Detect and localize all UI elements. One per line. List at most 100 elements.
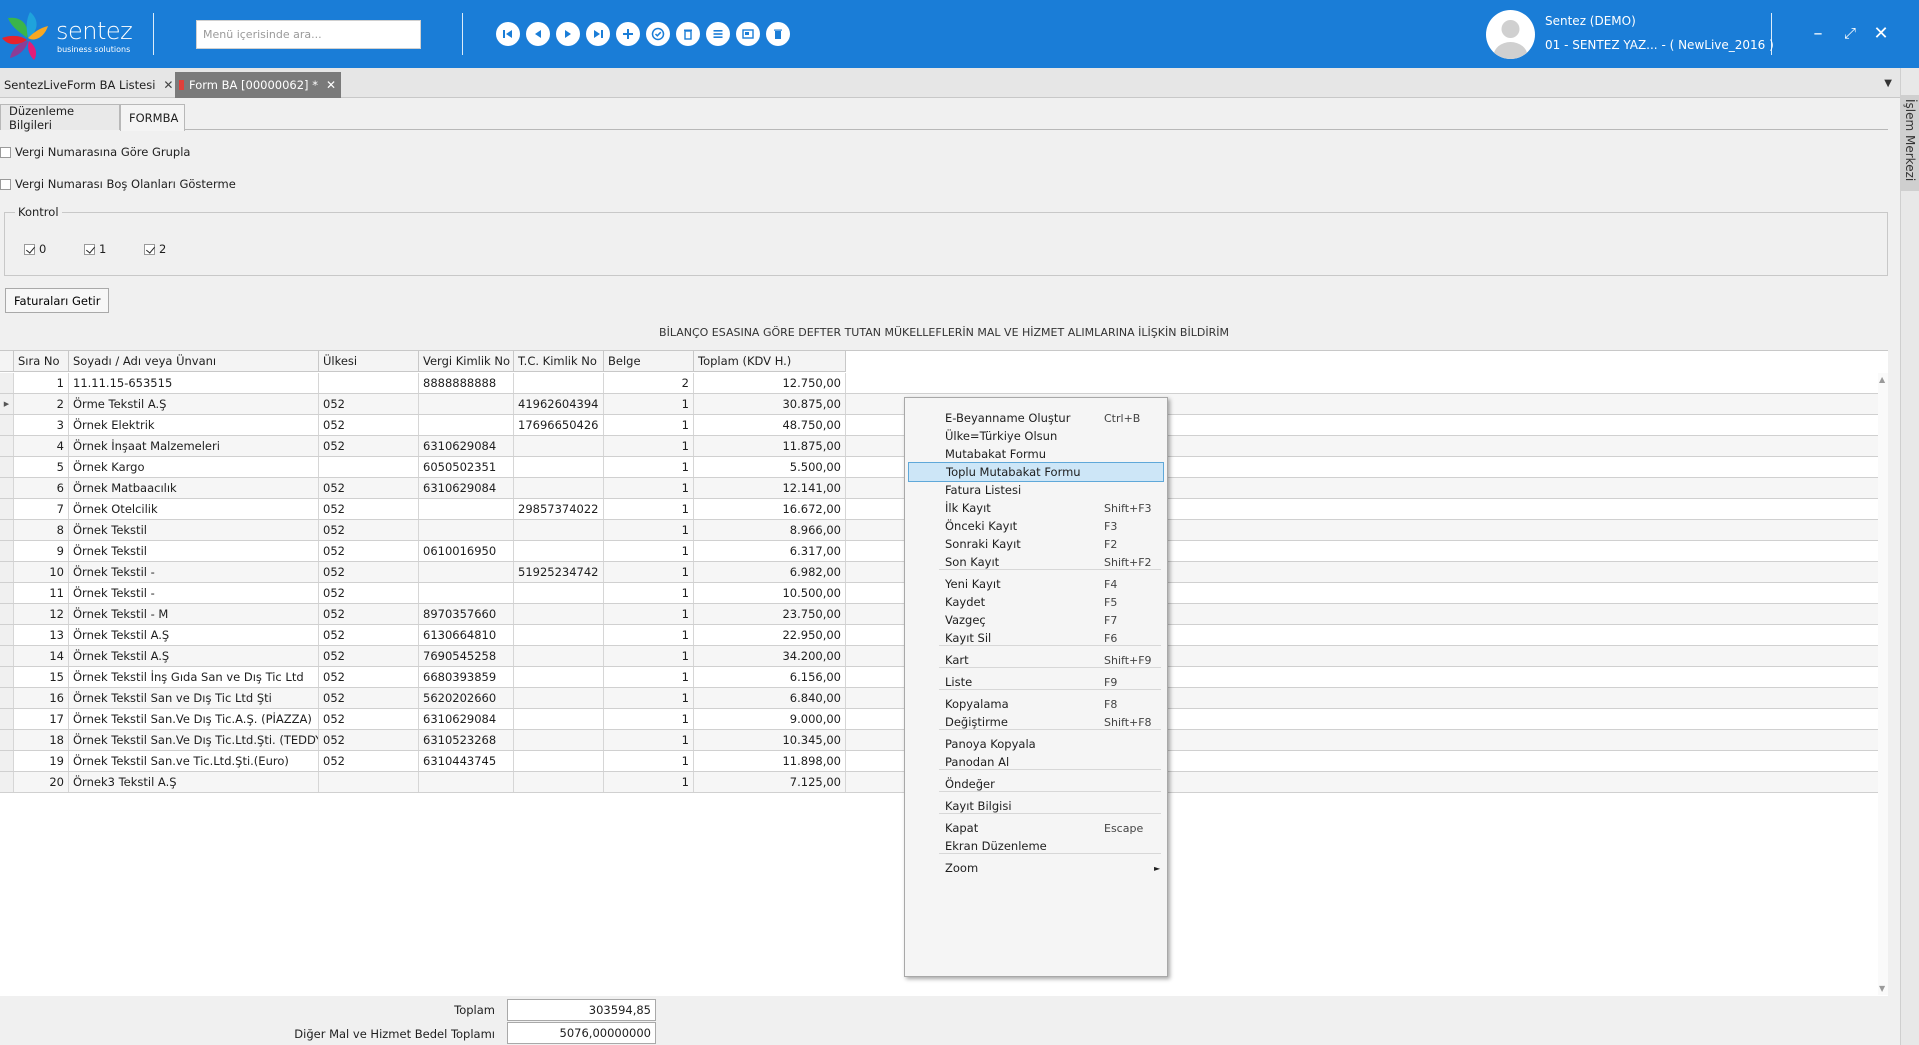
row-indicator[interactable]: [0, 667, 14, 687]
table-cell[interactable]: 1: [604, 730, 694, 750]
table-cell[interactable]: [514, 373, 604, 393]
total-value-field[interactable]: 303594,85: [507, 999, 656, 1021]
row-indicator[interactable]: [0, 478, 14, 498]
table-cell[interactable]: 41962604394: [514, 394, 604, 414]
table-cell[interactable]: 052: [319, 394, 419, 414]
table-cell[interactable]: 052: [319, 604, 419, 624]
table-cell[interactable]: 1: [604, 667, 694, 687]
table-cell[interactable]: 29857374022: [514, 499, 604, 519]
table-cell[interactable]: 052: [319, 478, 419, 498]
table-cell[interactable]: 1: [604, 646, 694, 666]
table-cell[interactable]: 6.156,00: [694, 667, 846, 687]
kontrol-option-0[interactable]: 0: [24, 242, 46, 256]
table-cell[interactable]: 9: [14, 541, 69, 561]
table-cell[interactable]: [514, 730, 604, 750]
column-header[interactable]: Ülkesi: [319, 351, 419, 372]
table-cell[interactable]: 1: [604, 772, 694, 792]
table-cell[interactable]: 8: [14, 520, 69, 540]
table-cell[interactable]: 7.125,00: [694, 772, 846, 792]
table-cell[interactable]: 8970357660: [419, 604, 514, 624]
column-header[interactable]: Sıra No: [14, 351, 69, 372]
table-cell[interactable]: Örnek Tekstil - M: [69, 604, 319, 624]
table-cell[interactable]: Örnek Tekstil San.ve Tic.Ltd.Şti.(Euro): [69, 751, 319, 771]
table-cell[interactable]: [419, 415, 514, 435]
table-cell[interactable]: 14: [14, 646, 69, 666]
table-cell[interactable]: 11.11.15-653515: [69, 373, 319, 393]
row-indicator[interactable]: [0, 772, 14, 792]
table-cell[interactable]: Örme Tekstil A.Ş: [69, 394, 319, 414]
table-cell[interactable]: Örnek İnşaat Malzemeleri: [69, 436, 319, 456]
table-cell[interactable]: 22.950,00: [694, 625, 846, 645]
table-cell[interactable]: Örnek Tekstil San ve Dış Tic Ltd Şti: [69, 688, 319, 708]
row-indicator[interactable]: [0, 562, 14, 582]
table-cell[interactable]: 1: [604, 751, 694, 771]
tab-close-icon[interactable]: ✕: [163, 78, 173, 92]
row-indicator[interactable]: [0, 625, 14, 645]
table-cell[interactable]: 1: [604, 415, 694, 435]
table-cell[interactable]: 4: [14, 436, 69, 456]
minimize-icon[interactable]: –: [1807, 22, 1829, 44]
table-cell[interactable]: 052: [319, 415, 419, 435]
table-cell[interactable]: Örnek Otelcilik: [69, 499, 319, 519]
table-cell[interactable]: [319, 772, 419, 792]
table-cell[interactable]: 12.141,00: [694, 478, 846, 498]
row-indicator[interactable]: [0, 457, 14, 477]
grid-scrollbar[interactable]: ▲ ▼: [1878, 373, 1888, 995]
table-cell[interactable]: [514, 772, 604, 792]
table-cell[interactable]: [514, 751, 604, 771]
table-cell[interactable]: [419, 772, 514, 792]
menu-item-mutabakat-formu[interactable]: Mutabakat Formu: [908, 444, 1164, 464]
row-indicator[interactable]: [0, 373, 14, 393]
delete-icon[interactable]: [676, 22, 700, 46]
row-indicator[interactable]: [0, 583, 14, 603]
restore-icon[interactable]: ⤢: [1839, 22, 1861, 44]
table-cell[interactable]: 1: [604, 520, 694, 540]
menu-item-zoom[interactable]: Zoom ►: [908, 858, 1164, 878]
column-header[interactable]: Vergi Kimlik No: [419, 351, 514, 372]
table-cell[interactable]: [419, 499, 514, 519]
column-header[interactable]: Belge: [604, 351, 694, 372]
table-cell[interactable]: 3: [14, 415, 69, 435]
hide-empty-tax-checkbox[interactable]: [0, 178, 11, 190]
row-indicator[interactable]: [0, 688, 14, 708]
table-cell[interactable]: [514, 625, 604, 645]
table-cell[interactable]: 1: [604, 625, 694, 645]
table-cell[interactable]: 6.982,00: [694, 562, 846, 582]
table-cell[interactable]: 17: [14, 709, 69, 729]
group-by-tax-option[interactable]: Vergi Numarasına Göre Grupla: [0, 143, 190, 161]
first-record-icon[interactable]: [496, 22, 520, 46]
new-record-icon[interactable]: [616, 22, 640, 46]
table-cell[interactable]: 10.345,00: [694, 730, 846, 750]
tab-duzenleme-bilgileri[interactable]: Düzenleme Bilgileri: [0, 104, 120, 132]
scroll-up-icon[interactable]: ▲: [1879, 375, 1885, 384]
table-cell[interactable]: 052: [319, 709, 419, 729]
menu-item-sonraki-kayit[interactable]: Sonraki Kayıt F2: [908, 534, 1164, 554]
table-cell[interactable]: 34.200,00: [694, 646, 846, 666]
scroll-down-icon[interactable]: ▼: [1879, 984, 1885, 993]
table-cell[interactable]: [514, 583, 604, 603]
table-cell[interactable]: [419, 562, 514, 582]
user-avatar[interactable]: [1486, 10, 1535, 59]
table-cell[interactable]: Örnek Elektrik: [69, 415, 319, 435]
row-indicator[interactable]: [0, 415, 14, 435]
table-cell[interactable]: [514, 457, 604, 477]
table-cell[interactable]: [514, 436, 604, 456]
table-cell[interactable]: 19: [14, 751, 69, 771]
other-total-value-field[interactable]: 5076,00000000: [507, 1022, 656, 1044]
next-record-icon[interactable]: [556, 22, 580, 46]
row-indicator[interactable]: [0, 541, 14, 561]
row-indicator[interactable]: [0, 499, 14, 519]
preview-icon[interactable]: [736, 22, 760, 46]
table-cell[interactable]: 5: [14, 457, 69, 477]
table-cell[interactable]: [514, 520, 604, 540]
menu-item-fatura-listesi[interactable]: Fatura Listesi: [908, 480, 1164, 500]
table-cell[interactable]: Örnek Tekstil: [69, 541, 319, 561]
table-cell[interactable]: [514, 541, 604, 561]
table-cell[interactable]: 11.875,00: [694, 436, 846, 456]
table-cell[interactable]: 1: [14, 373, 69, 393]
table-cell[interactable]: 6: [14, 478, 69, 498]
table-cell[interactable]: 1: [604, 583, 694, 603]
islem-merkezi-panel-toggle[interactable]: İşlem Merkezi: [1900, 95, 1919, 191]
table-cell[interactable]: 11.898,00: [694, 751, 846, 771]
kontrol-checkbox-0[interactable]: [24, 243, 35, 255]
